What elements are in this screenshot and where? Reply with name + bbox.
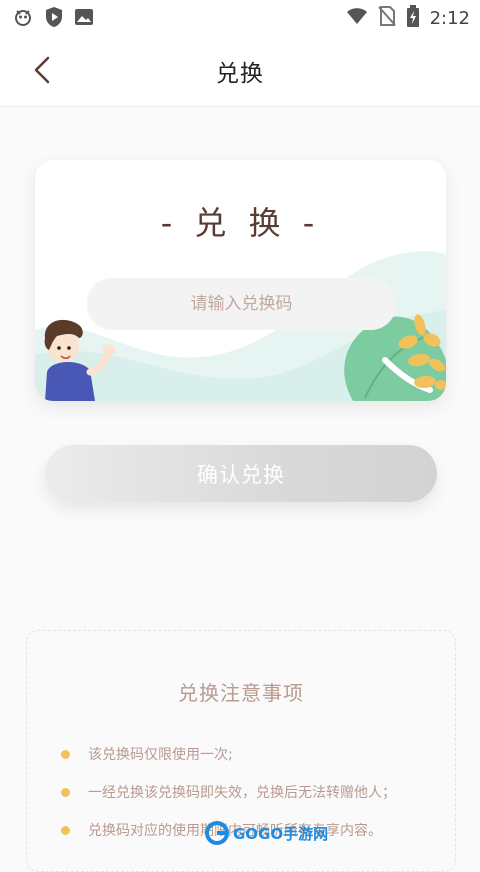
card-heading: - 兑 换 - bbox=[160, 204, 321, 242]
list-item: 该兑换码仅限使用一次; bbox=[61, 735, 396, 773]
battery-charging-icon bbox=[406, 5, 420, 31]
notice-text: 一经兑换该兑换码即失效，兑换后无法转赠他人； bbox=[88, 785, 396, 801]
bug-icon bbox=[12, 6, 34, 32]
image-icon bbox=[74, 7, 94, 31]
list-item: 一经兑换该兑换码即失效，兑换后无法转赠他人； bbox=[61, 773, 396, 811]
wifi-icon bbox=[346, 7, 368, 29]
bullet-dot-icon bbox=[61, 749, 70, 759]
watermark-logo-icon bbox=[205, 821, 229, 845]
page-title: 兑换 bbox=[216, 61, 264, 87]
app-header: 兑换 bbox=[0, 34, 480, 107]
notice-title: 兑换注意事项 bbox=[178, 681, 304, 705]
bullet-dot-icon bbox=[61, 825, 70, 835]
watermark-text: GOGO手游网 bbox=[233, 824, 329, 843]
bullet-dot-icon bbox=[61, 787, 70, 797]
watermark: GOGO手游网 bbox=[205, 818, 328, 848]
clock-time: 2:12 bbox=[429, 7, 470, 29]
status-bar: 2:12 bbox=[0, 0, 480, 34]
notice-text: 该兑换码仅限使用一次; bbox=[88, 747, 233, 763]
confirm-redeem-button[interactable]: 确认兑换 bbox=[45, 445, 437, 502]
no-sim-icon bbox=[377, 6, 396, 30]
redeem-card: - 兑 换 - bbox=[35, 160, 446, 401]
shield-play-icon bbox=[44, 6, 64, 32]
redeem-code-input[interactable] bbox=[87, 278, 396, 330]
